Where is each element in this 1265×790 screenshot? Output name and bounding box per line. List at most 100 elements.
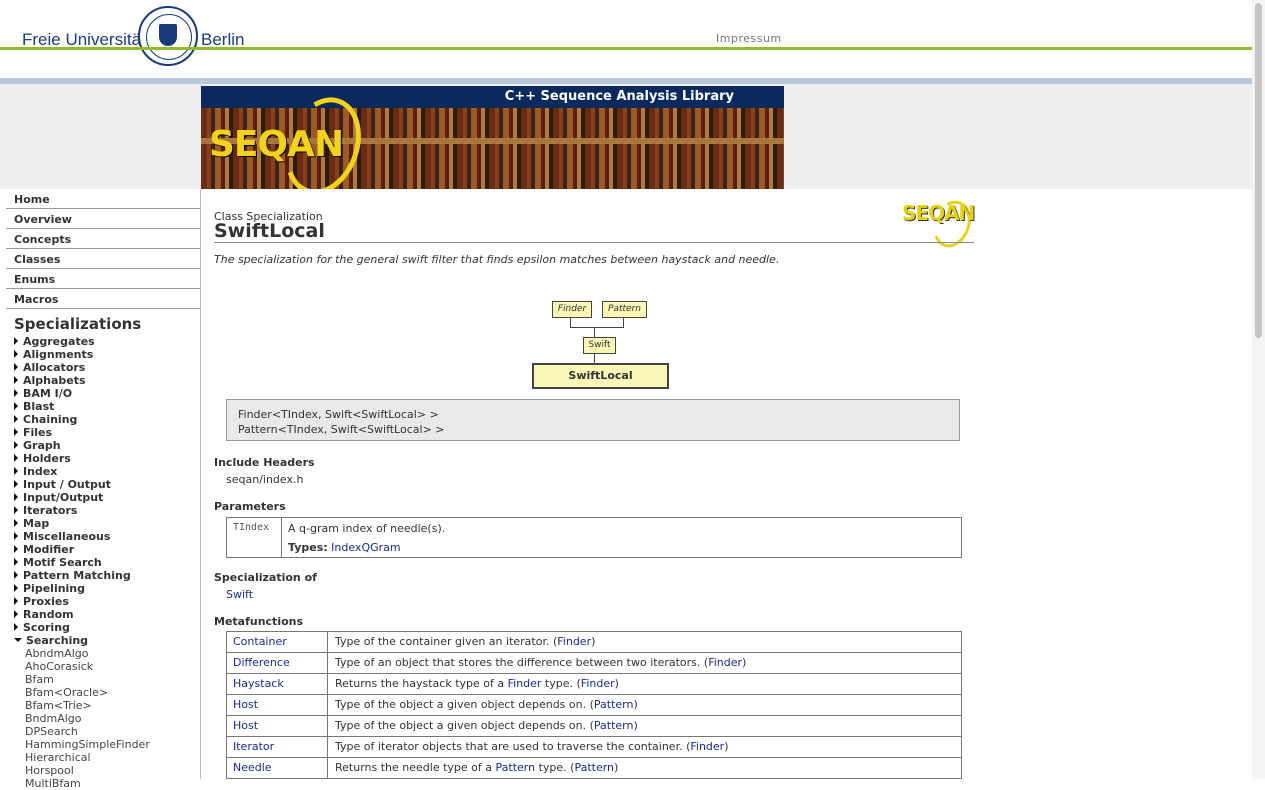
chevron-right-icon [14, 480, 18, 488]
metafunction-description: Returns the haystack type of a Finder ty… [335, 674, 619, 694]
sidebar-sub-item[interactable]: AhoCorasick [6, 660, 200, 673]
metafunction-class-link[interactable]: Finder [690, 740, 724, 753]
param-type-link[interactable]: IndexQGram [331, 541, 400, 554]
specializations-heading: Specializations [14, 315, 142, 333]
metafunctions-table: Container Type of the container given an … [226, 631, 962, 779]
sidebar-category[interactable]: Pipelining [6, 582, 200, 595]
metafunction-text: ) [633, 719, 638, 732]
metafunction-row: Host Type of the object a given object de… [227, 716, 961, 737]
metafunction-text: Type of the object a given object depend… [335, 719, 594, 732]
sidebar-sub-item[interactable]: DPSearch [6, 725, 200, 738]
sidebar-category[interactable]: Alignments [6, 348, 200, 361]
metafunction-class-link[interactable]: Pattern [594, 719, 634, 732]
sidebar-nav-concepts[interactable]: Concepts [6, 229, 200, 249]
scrollbar-thumb[interactable] [1255, 3, 1262, 338]
sidebar-sub-item[interactable]: Hierarchical [6, 751, 200, 764]
sidebar-category[interactable]: Alphabets [6, 374, 200, 387]
metafunction-class-link[interactable]: Finder [508, 677, 542, 690]
chevron-right-icon [14, 558, 18, 566]
sidebar-category[interactable]: Input / Output [6, 478, 200, 491]
sidebar-category[interactable]: Scoring [6, 621, 200, 634]
specialization-categories: Aggregates Alignments Allocators Alphabets B… [6, 335, 200, 634]
metafunction-name-link[interactable]: Container [227, 632, 328, 652]
metafunction-class-link[interactable]: Finder [581, 677, 615, 690]
sidebar-sub-item[interactable]: Horspool [6, 764, 200, 777]
parameters-table: TIndex A q-gram index of needle(s). Type… [226, 517, 962, 558]
sidebar-sub-item[interactable]: Bfam<Oracle> [6, 686, 200, 699]
metafunction-name-link[interactable]: Iterator [227, 737, 328, 757]
metafunction-text: ) [742, 656, 747, 669]
sidebar-category-expanded[interactable]: Searching [6, 634, 200, 647]
sidebar-sub-item[interactable]: Bfam [6, 673, 200, 686]
sidebar-nav-overview[interactable]: Overview [6, 209, 200, 229]
include-header-value: seqan/index.h [226, 473, 304, 486]
diagram-connector [594, 327, 595, 337]
sidebar-nav: Home Overview Concepts Classes Enums Macros [6, 189, 200, 309]
metafunction-class-link[interactable]: Pattern [574, 761, 614, 774]
metafunction-class-link[interactable]: Pattern [594, 698, 634, 711]
sidebar-nav-macros[interactable]: Macros [6, 289, 200, 309]
metafunction-class-link[interactable]: Finder [708, 656, 742, 669]
sidebar-category[interactable]: Index [6, 465, 200, 478]
chevron-right-icon [14, 363, 18, 371]
chevron-right-icon [14, 571, 18, 579]
metafunction-name-link[interactable]: Host [227, 716, 328, 736]
signature-line: Pattern<TIndex, Swift<SwiftLocal> > [238, 423, 445, 436]
sidebar-category[interactable]: Holders [6, 452, 200, 465]
metafunction-description: Type of the container given an iterator.… [335, 632, 595, 652]
sidebar-category[interactable]: Allocators [6, 361, 200, 374]
metafunction-name-link[interactable]: Host [227, 695, 328, 715]
sidebar-sub-item[interactable]: Bfam<Trie> [6, 699, 200, 712]
sidebar-sub-item[interactable]: BndmAlgo [6, 712, 200, 725]
sidebar-category[interactable]: Aggregates [6, 335, 200, 348]
diagram-connector [570, 317, 571, 327]
metafunction-description: Returns the needle type of a Pattern typ… [335, 758, 618, 778]
param-types: Types: IndexQGram [288, 541, 401, 554]
chevron-right-icon [14, 597, 18, 605]
metafunction-name-link[interactable]: Haystack [227, 674, 328, 694]
metafunction-class-link[interactable]: Pattern [496, 761, 536, 774]
sidebar-category[interactable]: Graph [6, 439, 200, 452]
diagram-node-swift[interactable]: Swift [583, 337, 616, 354]
sidebar-category[interactable]: Motif Search [6, 556, 200, 569]
chevron-right-icon [14, 389, 18, 397]
specialization-of-link[interactable]: Swift [226, 588, 253, 601]
university-seal-icon [138, 6, 198, 66]
sidebar-sub-item[interactable]: AbndmAlgo [6, 647, 200, 660]
metafunction-description: Type of the object a given object depend… [335, 695, 638, 715]
sidebar-category[interactable]: Iterators [6, 504, 200, 517]
sidebar-nav-home[interactable]: Home [6, 189, 200, 209]
sidebar-category[interactable]: Files [6, 426, 200, 439]
sidebar-nav-classes[interactable]: Classes [6, 249, 200, 269]
impressum-link[interactable]: Impressum [716, 32, 782, 45]
metafunctions-heading: Metafunctions [214, 615, 304, 628]
metafunction-name-link[interactable]: Needle [227, 758, 328, 778]
sidebar-category[interactable]: Miscellaneous [6, 530, 200, 543]
sidebar-category[interactable]: Map [6, 517, 200, 530]
metafunction-text: Type of an object that stores the differ… [335, 656, 709, 669]
sidebar-category[interactable]: Proxies [6, 595, 200, 608]
parameters-heading: Parameters [214, 500, 286, 513]
signature-box: Finder<TIndex, Swift<SwiftLocal> > Patte… [226, 399, 960, 441]
metafunction-text: type. ( [541, 677, 581, 690]
seqan-small-logo: SEQAN [902, 201, 975, 225]
metafunction-description: Type of the object a given object depend… [335, 716, 638, 736]
metafunction-text: ) [633, 698, 638, 711]
diagram-connector [623, 317, 624, 327]
metafunction-text: ) [614, 677, 619, 690]
sidebar-category[interactable]: Pattern Matching [6, 569, 200, 582]
diagram-node-finder[interactable]: Finder [552, 301, 592, 318]
diagram-node-pattern[interactable]: Pattern [602, 301, 647, 318]
metafunction-class-link[interactable]: Finder [557, 635, 591, 648]
metafunction-name-link[interactable]: Difference [227, 653, 328, 673]
sidebar-sub-item[interactable]: HammingSimpleFinder [6, 738, 200, 751]
sidebar-category[interactable]: Blast [6, 400, 200, 413]
sidebar-category[interactable]: Input/Output [6, 491, 200, 504]
sidebar-category[interactable]: Modifier [6, 543, 200, 556]
sidebar-category[interactable]: Random [6, 608, 200, 621]
sidebar-nav-enums[interactable]: Enums [6, 269, 200, 289]
header-green-rule [0, 47, 1265, 50]
sidebar-category[interactable]: BAM I/O [6, 387, 200, 400]
chevron-right-icon [14, 350, 18, 358]
sidebar-category[interactable]: Chaining [6, 413, 200, 426]
